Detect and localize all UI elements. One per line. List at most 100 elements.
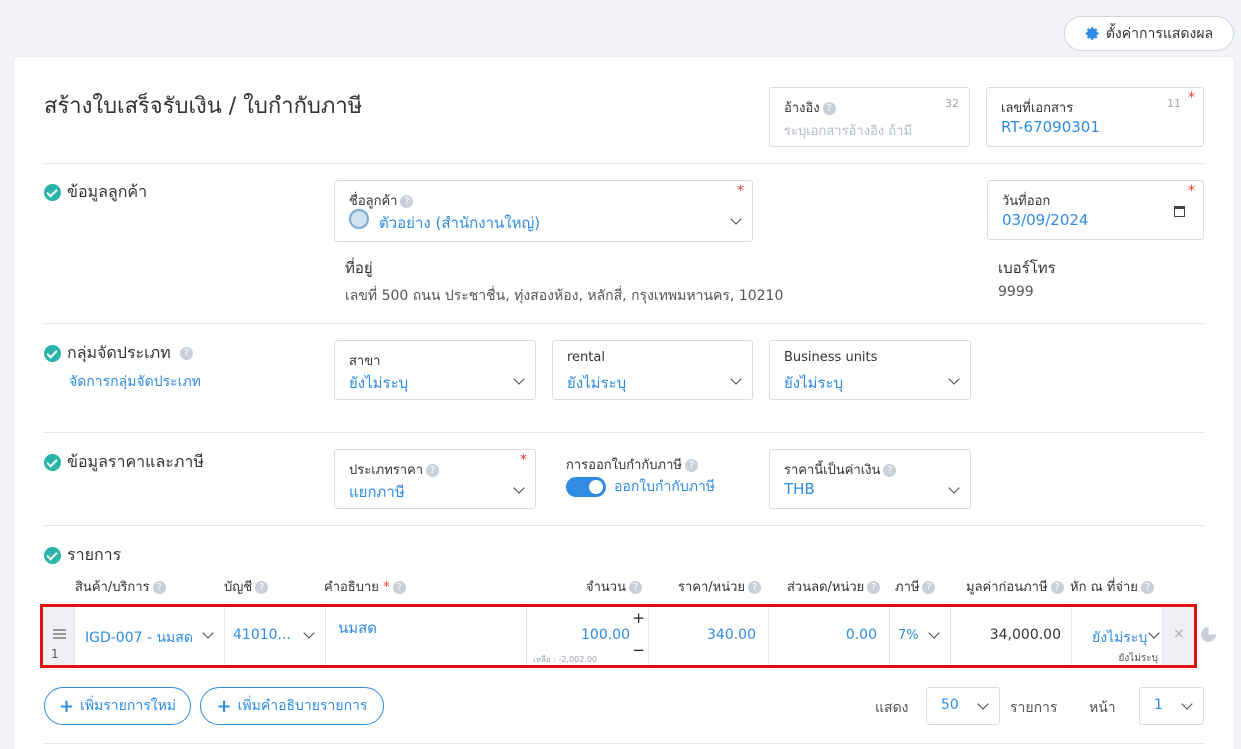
- customer-section-title: ข้อมูลลูกค้า: [44, 180, 147, 205]
- business-units-value: ยังไม่ระบุ: [784, 374, 844, 392]
- required-marker: *: [737, 183, 744, 199]
- currency-select[interactable]: ราคานี้เป็นค่าเงิน? THB: [769, 449, 971, 509]
- chevron-down-icon: [928, 627, 940, 639]
- page-label: หน้า: [1089, 700, 1116, 716]
- add-description-label: เพิ่มคำอธิบายรายการ: [237, 698, 368, 714]
- chevron-down-icon: [303, 627, 315, 639]
- product-select[interactable]: IGD-007 - นมสด: [75, 607, 225, 665]
- plus-icon: +: [216, 695, 232, 717]
- required-marker: *: [383, 580, 390, 595]
- header-tax: ภาษี?: [895, 576, 936, 597]
- description-value: นมสด: [338, 619, 378, 637]
- discount-input[interactable]: 0.00: [769, 607, 890, 665]
- qty-stepper[interactable]: 100.00 + − เหลือ : -2,002.00: [527, 607, 649, 665]
- calendar-icon[interactable]: [1174, 206, 1185, 217]
- chevron-down-icon: [1181, 698, 1193, 710]
- remaining-stock: เหลือ : -2,002.00: [533, 655, 598, 664]
- group-section-label: กลุ่มจัดประเภท: [67, 343, 171, 362]
- product-value: IGD-007 - นมสด: [85, 630, 193, 646]
- drag-handle[interactable]: 1: [43, 607, 75, 665]
- help-icon: ?: [400, 195, 414, 208]
- issue-date-label: วันที่ออก: [1002, 194, 1051, 209]
- header-product: สินค้า/บริการ?: [75, 576, 166, 597]
- branch-value: ยังไม่ระบุ: [349, 374, 409, 392]
- header-withholding: หัก ณ ที่จ่าย?: [1070, 576, 1154, 597]
- items-section-label: รายการ: [67, 545, 122, 564]
- phone-label: เบอร์โทร: [998, 259, 1056, 277]
- chevron-down-icon: [1148, 627, 1160, 639]
- business-units-label: Business units: [784, 350, 878, 365]
- chevron-down-icon: [730, 213, 742, 225]
- page-title: สร้างใบเสร็จรับเงิน / ใบกำกับภาษี: [44, 94, 363, 119]
- rental-select[interactable]: rental ยังไม่ระบุ: [552, 340, 753, 400]
- pie-chart-icon[interactable]: [1201, 627, 1216, 642]
- reference-label: อ้างอิง: [784, 101, 820, 116]
- customer-section-label: ข้อมูลลูกค้า: [67, 182, 148, 201]
- header-account: บัญชี?: [224, 576, 269, 597]
- help-icon: ?: [748, 581, 762, 594]
- add-item-button[interactable]: + เพิ่มรายการใหม่: [44, 687, 191, 725]
- header-qty: จำนวน?: [586, 576, 642, 597]
- divider: [44, 525, 1204, 526]
- price-type-select[interactable]: ประเภทราคา? * แยกภาษี: [334, 449, 536, 509]
- plus-icon[interactable]: +: [632, 609, 645, 627]
- withholding-select[interactable]: ยังไม่ระบุ ยังไม่ระบุ: [1072, 607, 1163, 665]
- tax-select[interactable]: 7%: [890, 607, 951, 665]
- issue-date-field[interactable]: วันที่ออก * 03/09/2024: [987, 180, 1204, 240]
- help-icon: ?: [1140, 581, 1154, 594]
- customer-avatar: [349, 209, 369, 229]
- tax-invoice-label: การออกใบกำกับภาษี: [566, 458, 682, 473]
- plus-icon: +: [58, 695, 75, 717]
- header-price: ราคา/หน่วย?: [678, 576, 762, 597]
- price-type-label: ประเภทราคา: [349, 463, 424, 478]
- table-row: 1 IGD-007 - นมสด 41010... นมสด 100.00 + …: [40, 604, 1197, 668]
- divider: [44, 743, 1204, 744]
- reference-field[interactable]: อ้างอิง? 32 ระบุเอกสารอ้างอิง ถ้ามี: [769, 87, 970, 147]
- required-marker: *: [1188, 90, 1195, 106]
- description-input[interactable]: นมสด: [326, 607, 527, 665]
- customer-name-select[interactable]: ชื่อลูกค้า? * ตัวอย่าง (สำนักงานใหญ่): [334, 180, 753, 242]
- check-circle-icon: [44, 547, 61, 564]
- chevron-down-icon: [948, 482, 960, 494]
- display-settings-button[interactable]: ตั้งค่าการแสดงผล: [1064, 16, 1234, 51]
- branch-select[interactable]: สาขา ยังไม่ระบุ: [334, 340, 536, 400]
- price-type-value: แยกภาษี: [349, 483, 405, 501]
- drag-icon: [53, 629, 66, 631]
- divider: [44, 323, 1204, 324]
- delete-row-button[interactable]: ×: [1163, 607, 1194, 665]
- items-section-title: รายการ: [44, 543, 121, 568]
- manage-groups-link[interactable]: จัดการกลุ่มจัดประเภท: [69, 371, 201, 393]
- branch-label: สาขา: [349, 354, 381, 369]
- account-select[interactable]: 41010...: [225, 607, 326, 665]
- header-discount: ส่วนลด/หน่วย?: [787, 576, 881, 597]
- phone-value: 9999: [998, 284, 1034, 300]
- tax-invoice-toggle[interactable]: [566, 477, 606, 497]
- help-icon: ?: [883, 464, 897, 477]
- chevron-down-icon: [730, 373, 742, 385]
- row-index: 1: [51, 647, 59, 661]
- help-icon: ?: [629, 581, 642, 594]
- chevron-down-icon: [202, 627, 214, 639]
- page-size-value: 50: [941, 697, 959, 713]
- help-icon: ?: [392, 581, 406, 594]
- divider: [44, 432, 1204, 433]
- address-label: ที่อยู่: [345, 259, 373, 277]
- document-number-counter: 11: [1167, 97, 1181, 110]
- page-size-select[interactable]: 50: [926, 687, 1000, 725]
- document-number-field[interactable]: เลขที่เอกสาร 11 * RT-67090301: [986, 87, 1204, 147]
- help-icon: ?: [255, 581, 269, 594]
- help-icon: ?: [684, 459, 698, 472]
- business-units-select[interactable]: Business units ยังไม่ระบุ: [769, 340, 971, 400]
- add-item-label: เพิ่มรายการใหม่: [80, 698, 177, 714]
- currency-value: THB: [784, 480, 815, 498]
- required-marker: *: [520, 452, 527, 468]
- customer-name-label: ชื่อลูกค้า: [349, 194, 398, 209]
- header-description: คำอธิบาย *?: [324, 576, 406, 597]
- rental-label: rental: [567, 350, 605, 365]
- currency-label: ราคานี้เป็นค่าเงิน: [784, 463, 881, 478]
- minus-icon[interactable]: −: [632, 641, 645, 659]
- withholding-sub: ยังไม่ระบุ: [1118, 653, 1158, 664]
- add-description-button[interactable]: + เพิ่มคำอธิบายรายการ: [200, 687, 384, 725]
- page-select[interactable]: 1: [1139, 687, 1204, 725]
- price-input[interactable]: 340.00: [649, 607, 769, 665]
